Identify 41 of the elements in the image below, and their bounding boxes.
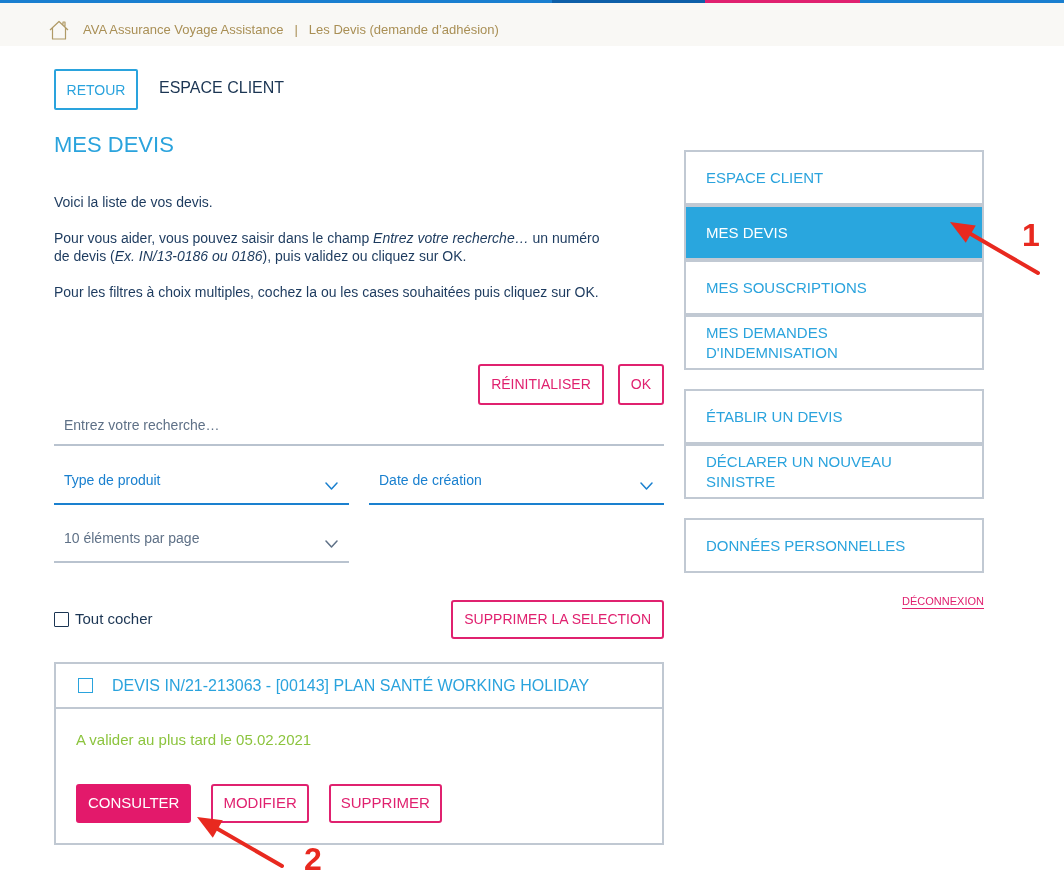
sidebar-item[interactable]: ÉTABLIR UN DEVIS <box>684 389 984 444</box>
filter-dropdown[interactable]: Date de création <box>369 462 664 505</box>
chevron-down-icon <box>325 481 338 490</box>
filter-label: 10 éléments par page <box>64 529 200 548</box>
breadcrumb-link[interactable]: AVA Assurance Voyage Assistance <box>83 20 284 40</box>
home-icon[interactable] <box>49 20 69 40</box>
filter-label: Date de création <box>379 471 482 490</box>
back-button[interactable]: RETOUR <box>54 69 138 110</box>
chevron-down-icon <box>325 539 338 548</box>
quote-checkbox[interactable] <box>78 678 93 693</box>
sidebar-item[interactable]: MES DEVIS <box>684 205 984 260</box>
view-button[interactable]: CONSULTER <box>76 784 192 823</box>
annotation-number: 1 <box>1022 218 1040 252</box>
sidebar-item[interactable]: DONNÉES PERSONNELLES <box>684 518 984 573</box>
breadcrumb-separator: | <box>294 21 298 40</box>
intro-paragraph: Voici la liste de vos devis. <box>54 193 214 211</box>
logout-link[interactable]: DÉCONNEXION <box>902 593 984 610</box>
edit-button[interactable]: MODIFIER <box>211 784 309 823</box>
quote-title[interactable]: DEVIS IN/21-213063 - [00143] PLAN SANTÉ WORKING HOLIDAY <box>112 673 590 698</box>
delete-button[interactable]: SUPPRIMER <box>328 784 442 823</box>
filter-label: Type de produit <box>64 471 161 490</box>
sidebar-item[interactable]: MES SOUSCRIPTIONS <box>684 260 984 315</box>
delete-selection-button[interactable]: SUPPRIMER LA SELECTION <box>451 600 664 639</box>
filter-dropdown[interactable]: Type de produit <box>54 462 349 505</box>
annotation-number: 2 <box>304 842 322 876</box>
reset-button[interactable]: RÉINITIALISER <box>478 364 604 405</box>
section-title: ESPACE CLIENT <box>159 77 285 98</box>
select-all-label[interactable]: Tout cocher <box>75 608 153 631</box>
intro-paragraph: Pour les filtres à choix multiples, cochez la ou les cases souhaitées puis cliquez sur OK. <box>54 283 600 301</box>
deadline-text: A valider au plus tard le 05.02.2021 <box>76 730 313 750</box>
search-field[interactable]: Entrez votre recherche… <box>54 405 664 446</box>
breadcrumb-current: Les Devis (demande d’adhésion) <box>308 21 499 40</box>
chevron-down-icon <box>640 481 653 490</box>
filter-dropdown[interactable]: 10 éléments par page <box>54 520 349 563</box>
sidebar-item[interactable]: DÉCLARER UN NOUVEAU SINISTRE <box>684 444 984 499</box>
select-all-checkbox[interactable] <box>54 612 69 627</box>
sidebar-item[interactable]: ESPACE CLIENT <box>684 150 984 205</box>
ok-button[interactable]: OK <box>617 364 664 405</box>
sidebar-item[interactable]: MES DEMANDES D'INDEMNISATION <box>684 315 984 370</box>
page-title: MES DEVIS <box>54 131 174 159</box>
intro-paragraph: Pour vous aider, vous pouvez saisir dans le champ Entrez votre recherche… un numéro de devis (Ex. IN/13-0186 ou 0186), puis validez ou cliquez sur OK. <box>54 229 601 265</box>
